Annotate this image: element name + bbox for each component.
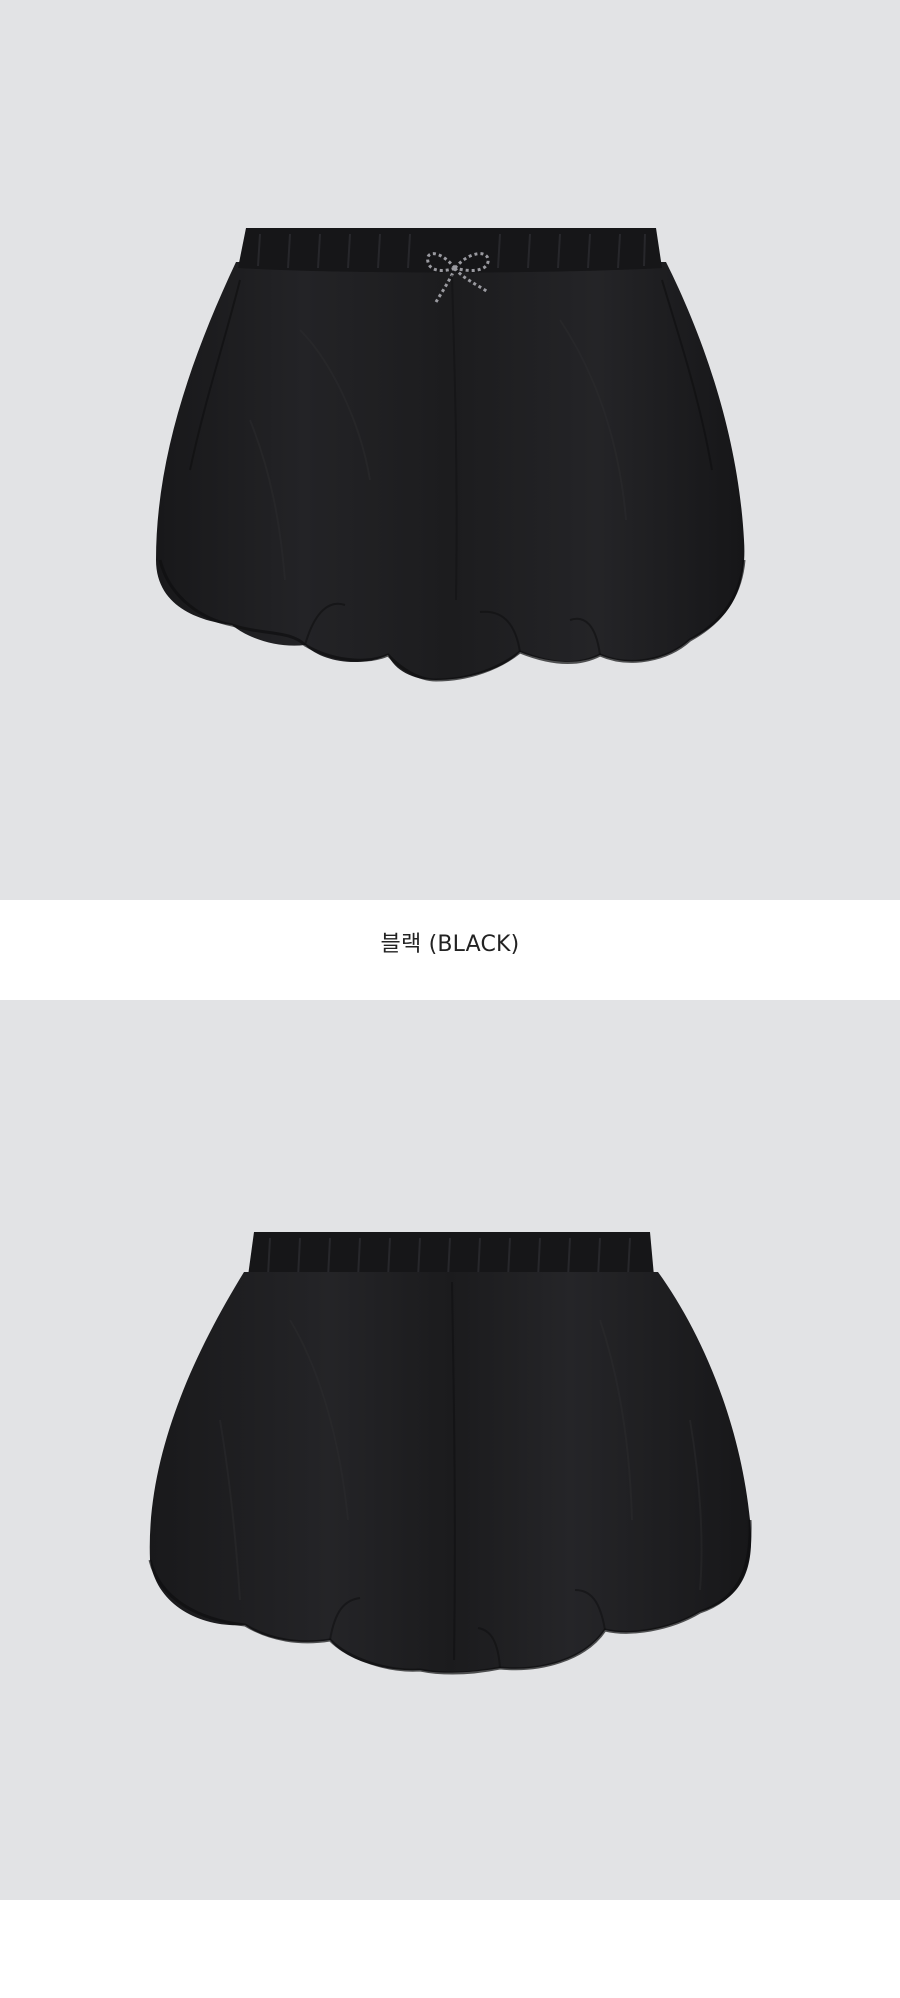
page-bottom-spacer (0, 1900, 900, 1998)
shorts-front-icon (156, 228, 746, 682)
shorts-back-icon (148, 1232, 752, 1675)
product-photo-front (0, 0, 900, 900)
caption-band: 블랙 (BLACK) (0, 900, 900, 1000)
product-photo-back (0, 1000, 900, 1900)
color-caption: 블랙 (BLACK) (380, 932, 520, 957)
